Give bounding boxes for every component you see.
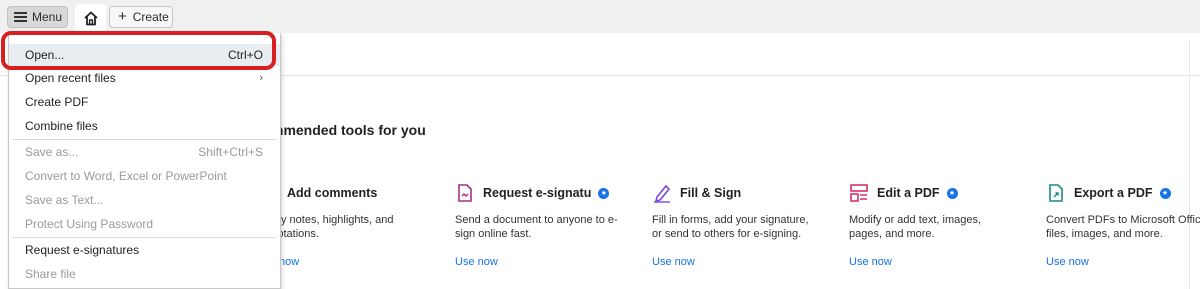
top-bar: Menu + Create <box>0 0 1200 33</box>
menu-item-convert-office[interactable]: Convert to Word, Excel or PowerPoint <box>9 165 280 187</box>
home-tab[interactable] <box>75 4 106 33</box>
menu-button[interactable]: Menu <box>7 6 68 28</box>
tool-name: Edit a PDF <box>877 186 940 200</box>
tool-use-now-link[interactable]: Use now <box>849 256 892 268</box>
tool-card-request-esignatures: Request e-signatu ★ Send a document to a… <box>455 183 645 268</box>
tool-description: Modify or add text, images, pages, and m… <box>849 214 982 240</box>
tool-card-fill-sign: Fill & Sign Fill in forms, add your sign… <box>652 183 842 268</box>
tool-use-now-link[interactable]: Use now <box>455 256 498 268</box>
menu-button-label: Menu <box>32 10 63 24</box>
tool-description: sticky notes, highlights, and annotation… <box>259 214 394 240</box>
create-button-label: Create <box>132 10 169 24</box>
tool-name: Fill & Sign <box>680 186 742 200</box>
tool-card-export-pdf: Export a PDF ★ Convert PDFs to Microsoft… <box>1046 183 1200 268</box>
menu-item-create-pdf[interactable]: Create PDF <box>9 91 280 113</box>
request-esign-icon <box>458 184 472 202</box>
fill-sign-icon <box>654 184 671 203</box>
tool-description: Fill in forms, add your signature, or se… <box>652 214 809 240</box>
menu-item-share-file[interactable]: Share file <box>9 263 280 285</box>
chevron-right-icon: › <box>259 72 263 84</box>
plus-icon: + <box>118 8 127 25</box>
badge-icon: ★ <box>598 187 610 199</box>
menu-item-open-recent-files[interactable]: Open recent files › <box>9 67 280 89</box>
badge-icon: ★ <box>1159 187 1171 199</box>
export-pdf-icon <box>1049 184 1063 202</box>
home-icon <box>83 11 98 26</box>
tool-name: Request e-signatu <box>483 186 592 200</box>
create-button[interactable]: + Create <box>109 6 173 28</box>
menu-separator <box>13 139 276 140</box>
tool-card-edit-pdf: Edit a PDF ★ Modify or add text, images,… <box>849 183 1039 268</box>
tool-use-now-link[interactable]: now <box>279 256 299 268</box>
menu-item-request-esignatures[interactable]: Request e-signatures <box>9 239 280 261</box>
tool-description: Send a document to anyone to e-sign onli… <box>455 214 618 240</box>
menu-item-open[interactable]: Open... Ctrl+O <box>9 44 280 66</box>
tool-card-add-comments: Add comments sticky notes, highlights, a… <box>259 183 449 268</box>
hamburger-icon <box>14 12 27 22</box>
edit-pdf-icon <box>850 184 868 202</box>
menu-item-save-as-text[interactable]: Save as Text... <box>9 189 280 211</box>
tool-name: Add comments <box>287 186 378 200</box>
main-menu-dropdown: Open... Ctrl+O Open recent files › Creat… <box>8 33 281 289</box>
badge-icon: ★ <box>946 187 958 199</box>
tool-use-now-link[interactable]: Use now <box>1046 256 1089 268</box>
menu-item-save-as[interactable]: Save as... Shift+Ctrl+S <box>9 141 280 163</box>
menu-separator <box>13 237 276 238</box>
menu-item-combine-files[interactable]: Combine files <box>9 115 280 137</box>
vertical-scrollbar-track[interactable] <box>1189 40 1190 289</box>
tool-name: Export a PDF <box>1074 186 1153 200</box>
tool-use-now-link[interactable]: Use now <box>652 256 695 268</box>
tool-description: Convert PDFs to Microsoft Office files, … <box>1046 214 1200 240</box>
menu-item-protect-password[interactable]: Protect Using Password <box>9 213 280 235</box>
